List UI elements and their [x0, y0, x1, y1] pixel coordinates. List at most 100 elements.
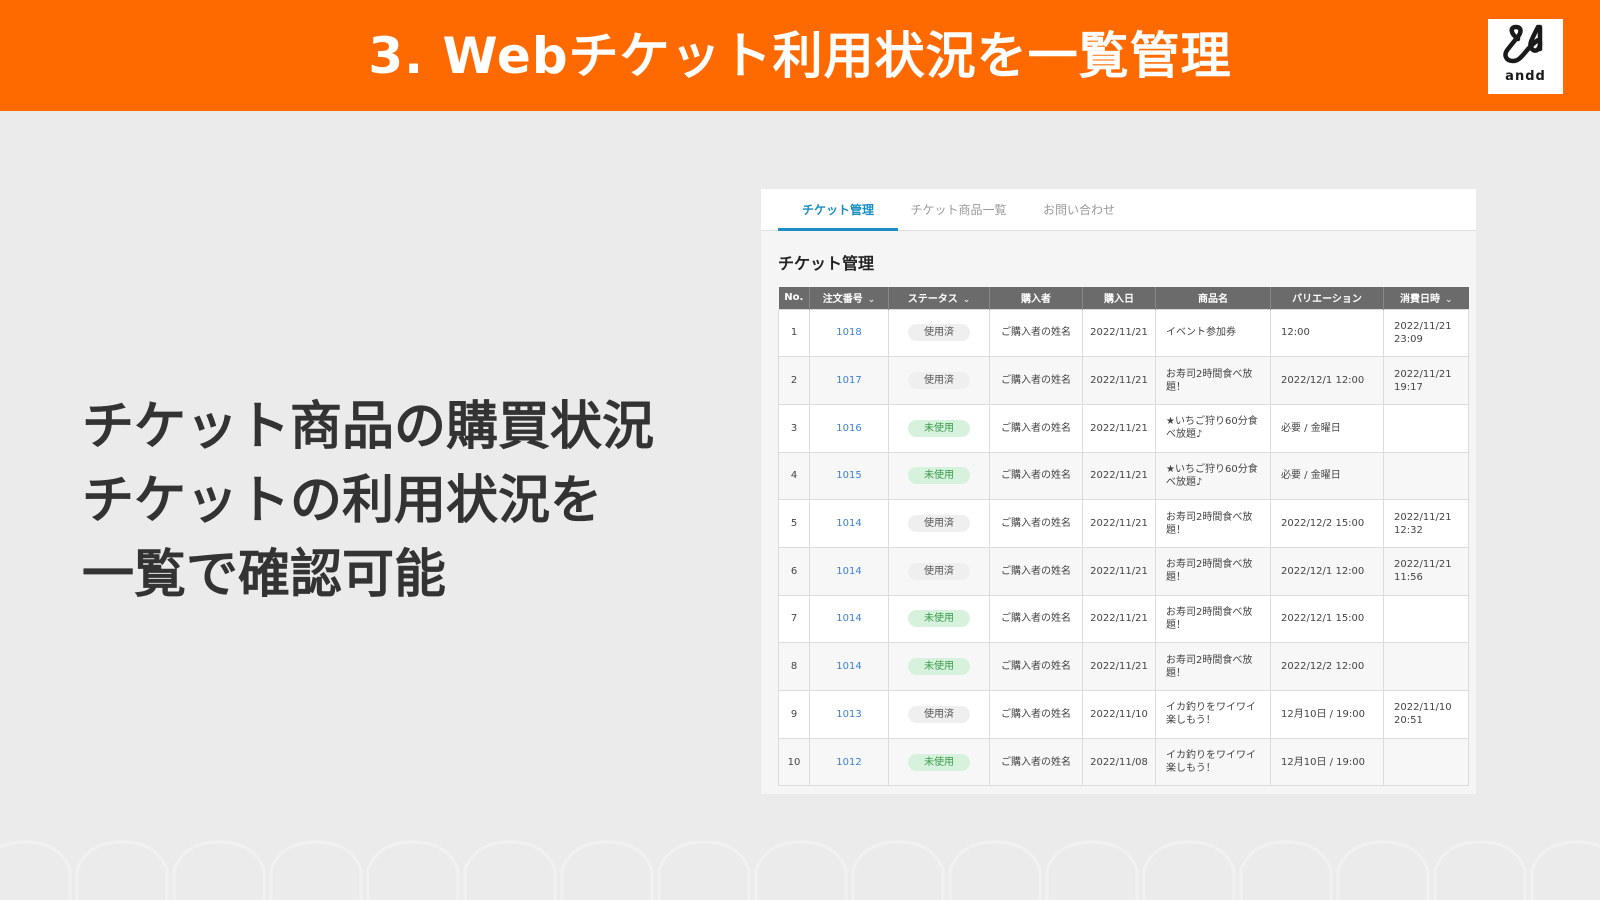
cell-no: 2	[778, 356, 810, 405]
feature-copy: チケット商品の購買状況 チケットの利用状況を 一覧で確認可能	[82, 390, 654, 612]
order-number-link[interactable]: 1016	[836, 423, 861, 434]
table-row[interactable]: 8 1014 未使用 ご購入者の姓名 2022/11/21 お寿司2時間食べ放題！ 2022…	[778, 642, 1469, 691]
table-row[interactable]: 5 1014 使用済 ご購入者の姓名 2022/11/21 お寿司2時間食べ放題！ 2022…	[778, 499, 1469, 548]
col-header-no: No.	[778, 287, 810, 309]
cell-buyer: ご購入者の姓名	[989, 451, 1083, 501]
tab-bar: チケット管理 チケット商品一覧 お問い合わせ	[761, 189, 1476, 231]
cell-no: 9	[778, 690, 810, 739]
cell-consumed-at: 2022/11/21 23:09	[1383, 308, 1469, 358]
cell-order-number: 1012	[809, 737, 889, 787]
col-header-order-number[interactable]: 注文番号 ⌄	[809, 287, 889, 309]
decorative-arch	[366, 840, 460, 900]
order-number-link[interactable]: 1012	[836, 757, 861, 768]
cell-variation: 2022/12/2 15:00	[1270, 499, 1384, 548]
order-number-link[interactable]: 1013	[836, 709, 861, 720]
cell-buyer: ご購入者の姓名	[989, 403, 1083, 453]
tab-contact[interactable]: お問い合わせ	[1029, 189, 1129, 231]
decorative-arch	[560, 840, 654, 900]
status-badge: 未使用	[908, 419, 970, 437]
table-row[interactable]: 10 1012 未使用 ご購入者の姓名 2022/11/08 イカ釣りをワイワイ楽しもう！…	[778, 737, 1469, 787]
decorative-arch	[172, 840, 266, 900]
cell-consumed-at	[1383, 451, 1469, 501]
status-badge: 使用済	[908, 562, 970, 580]
cell-product-name: お寿司2時間食べ放題！	[1155, 356, 1271, 405]
ampersand-logo-icon	[1503, 24, 1543, 64]
status-badge: 未使用	[908, 467, 970, 485]
cell-consumed-at	[1383, 594, 1469, 644]
copy-line: チケットの利用状況を	[82, 471, 603, 531]
chevron-down-icon[interactable]: ⌄	[868, 295, 876, 305]
logo-text: andd	[1505, 69, 1546, 84]
cell-status: 未使用	[888, 594, 990, 644]
decorative-arch	[1239, 840, 1333, 900]
tab-ticket-management[interactable]: チケット管理	[778, 189, 898, 231]
decorative-pattern	[0, 840, 1600, 900]
decorative-arch	[1045, 840, 1139, 900]
cell-buyer: ご購入者の姓名	[989, 356, 1083, 405]
cell-variation: 2022/12/1 12:00	[1270, 546, 1384, 596]
decorative-arch	[1530, 840, 1600, 900]
cell-buyer: ご購入者の姓名	[989, 690, 1083, 739]
table-row[interactable]: 2 1017 使用済 ご購入者の姓名 2022/11/21 お寿司2時間食べ放題！ 2022…	[778, 356, 1469, 405]
col-header-status[interactable]: ステータス ⌄	[888, 287, 990, 309]
cell-no: 1	[778, 308, 810, 358]
table-row[interactable]: 4 1015 未使用 ご購入者の姓名 2022/11/21 ★いちご狩り60分食べ放題♪ 必…	[778, 451, 1469, 501]
cell-variation: 12月10日 / 19:00	[1270, 690, 1384, 739]
decorative-arch	[1336, 840, 1430, 900]
cell-purchase-date: 2022/11/08	[1082, 737, 1156, 787]
tab-ticket-products[interactable]: チケット商品一覧	[901, 189, 1016, 231]
page-title: 3. Webチケット利用状況を一覧管理	[368, 27, 1232, 85]
cell-product-name: ★いちご狩り60分食べ放題♪	[1155, 403, 1271, 453]
copy-line: チケット商品の購買状況	[82, 397, 655, 457]
cell-purchase-date: 2022/11/21	[1082, 451, 1156, 501]
cell-variation: 必要 / 金曜日	[1270, 451, 1384, 501]
decorative-arch	[657, 840, 751, 900]
cell-consumed-at: 2022/11/21 12:32	[1383, 499, 1469, 548]
cell-consumed-at: 2022/11/10 20:51	[1383, 690, 1469, 739]
cell-status: 未使用	[888, 403, 990, 453]
table-row[interactable]: 3 1016 未使用 ご購入者の姓名 2022/11/21 ★いちご狩り60分食べ放題♪ 必…	[778, 403, 1469, 453]
decorative-arch	[0, 840, 72, 900]
cell-product-name: イカ釣りをワイワイ楽しもう！	[1155, 690, 1271, 739]
cell-status: 使用済	[888, 546, 990, 596]
table-row[interactable]: 1 1018 使用済 ご購入者の姓名 2022/11/21 イベント参加券 12:00 202…	[778, 308, 1469, 358]
cell-variation: 必要 / 金曜日	[1270, 403, 1384, 453]
cell-status: 未使用	[888, 642, 990, 691]
col-header-purchase-date: 購入日	[1082, 287, 1156, 309]
chevron-down-icon[interactable]: ⌄	[1445, 295, 1453, 305]
cell-status: 未使用	[888, 451, 990, 501]
cell-order-number: 1016	[809, 403, 889, 453]
cell-status: 使用済	[888, 356, 990, 405]
col-header-consumed-at[interactable]: 消費日時 ⌄	[1383, 287, 1469, 309]
order-number-link[interactable]: 1015	[836, 470, 861, 481]
cell-purchase-date: 2022/11/21	[1082, 642, 1156, 691]
table-row[interactable]: 9 1013 使用済 ご購入者の姓名 2022/11/10 イカ釣りをワイワイ楽しもう！ 1…	[778, 690, 1469, 739]
decorative-arch	[1433, 840, 1527, 900]
cell-buyer: ご購入者の姓名	[989, 308, 1083, 358]
col-header-variation: バリエーション	[1270, 287, 1384, 309]
order-number-link[interactable]: 1018	[836, 327, 861, 338]
order-number-link[interactable]: 1014	[836, 566, 861, 577]
cell-status: 使用済	[888, 308, 990, 358]
cell-buyer: ご購入者の姓名	[989, 594, 1083, 644]
cell-order-number: 1013	[809, 690, 889, 739]
chevron-down-icon[interactable]: ⌄	[963, 295, 971, 305]
status-badge: 未使用	[908, 753, 970, 771]
cell-status: 使用済	[888, 499, 990, 548]
order-number-link[interactable]: 1017	[836, 375, 861, 386]
cell-no: 7	[778, 594, 810, 644]
decorative-arch	[75, 840, 169, 900]
header-bar: 3. Webチケット利用状況を一覧管理 andd	[0, 0, 1600, 111]
table-row[interactable]: 7 1014 未使用 ご購入者の姓名 2022/11/21 お寿司2時間食べ放題！ 2022…	[778, 594, 1469, 644]
ticket-table: No. 注文番号 ⌄ ステータス ⌄ 購入者 購入日 商品名 バリエーション 消費日…	[778, 287, 1469, 787]
order-number-link[interactable]: 1014	[836, 518, 861, 529]
cell-consumed-at	[1383, 403, 1469, 453]
order-number-link[interactable]: 1014	[836, 661, 861, 672]
table-row[interactable]: 6 1014 使用済 ご購入者の姓名 2022/11/21 お寿司2時間食べ放題！ 2022…	[778, 546, 1469, 596]
cell-variation: 12月10日 / 19:00	[1270, 737, 1384, 787]
order-number-link[interactable]: 1014	[836, 613, 861, 624]
status-badge: 使用済	[908, 705, 970, 723]
decorative-arch	[463, 840, 557, 900]
cell-order-number: 1018	[809, 308, 889, 358]
status-badge: 未使用	[908, 610, 970, 628]
